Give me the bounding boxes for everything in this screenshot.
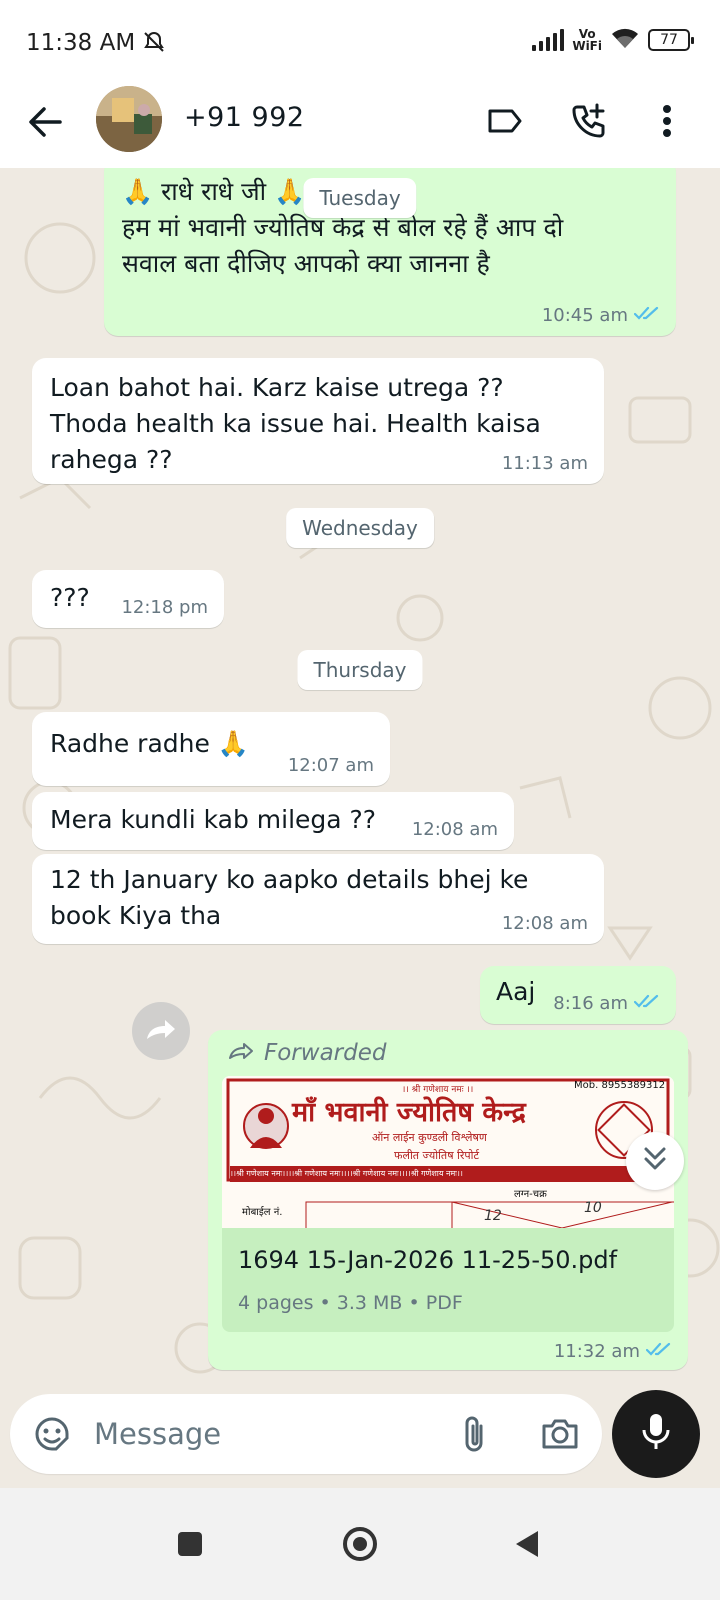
incoming-message[interactable]: ??? 12:18 pm xyxy=(32,570,224,628)
camera-icon[interactable] xyxy=(540,1414,580,1454)
incoming-message[interactable]: 12 th January ko aapko details bhej ke b… xyxy=(32,854,604,944)
document-file-name: 1694 15-Jan-2026 11-25-50.pdf xyxy=(238,1246,618,1274)
message-text: Aaj xyxy=(496,977,536,1006)
double-check-icon xyxy=(633,993,660,1014)
document-info[interactable]: 1694 15-Jan-2026 11-25-50.pdf 4 pages • … xyxy=(222,1228,674,1332)
date-chip: Wednesday xyxy=(286,508,434,548)
label-icon[interactable] xyxy=(480,96,530,146)
arrow-left-icon[interactable] xyxy=(22,98,70,146)
double-check-icon xyxy=(645,1341,672,1362)
message-time: 8:16 am xyxy=(553,993,628,1014)
message-meta: 10:45 am xyxy=(542,305,660,326)
message-time: 11:13 am xyxy=(501,453,588,474)
outgoing-message[interactable]: Aaj 8:16 am xyxy=(480,966,676,1024)
doc-lagna-label: लग्न-चक्र xyxy=(514,1189,547,1200)
double-check-icon xyxy=(633,305,660,326)
alarm-off-icon xyxy=(142,30,166,58)
double-chevron-down-icon xyxy=(642,1145,668,1177)
recents-icon[interactable] xyxy=(170,1524,210,1564)
share-arrow-icon xyxy=(144,1017,178,1045)
incoming-message[interactable]: Loan bahot hai. Karz kaise utrega ?? Tho… xyxy=(32,358,604,484)
add-call-icon[interactable] xyxy=(564,96,614,146)
mic-button[interactable] xyxy=(612,1390,700,1478)
chat-header: +91 992 xyxy=(0,80,720,168)
doc-subtitle: फलीत ज्योतिष रिपोर्ट xyxy=(394,1149,480,1162)
system-nav-bar xyxy=(0,1488,720,1600)
mic-icon xyxy=(641,1412,671,1456)
message-meta: 8:16 am xyxy=(553,993,660,1014)
message-line: सवाल बता दीजिए आपको क्या जानना है xyxy=(122,249,490,278)
sticker-icon[interactable] xyxy=(32,1414,72,1454)
message-input[interactable] xyxy=(94,1414,434,1454)
more-vert-icon[interactable] xyxy=(642,96,692,146)
doc-handwriting: 10 xyxy=(584,1200,602,1216)
forwarded-document-message[interactable]: Forwarded ।। श्री गणेशाय नमः ।। Mob. 895… xyxy=(208,1030,688,1370)
contact-name[interactable]: +91 992 xyxy=(184,102,305,133)
doc-subtitle: ऑन लाईन कुण्डली विश्लेषण xyxy=(372,1131,487,1144)
message-time: 12:08 am xyxy=(411,819,498,840)
incoming-message[interactable]: Radhe radhe 🙏 12:07 am xyxy=(32,712,390,786)
home-icon[interactable] xyxy=(340,1524,380,1564)
message-text: Radhe radhe 🙏 xyxy=(50,729,249,758)
scroll-to-bottom-button[interactable] xyxy=(626,1132,684,1190)
message-time: 12:08 am xyxy=(501,913,588,934)
message-text: ??? xyxy=(50,583,90,612)
forwarded-label: Forwarded xyxy=(228,1040,386,1066)
date-chip: Thursday xyxy=(297,650,423,690)
message-composer xyxy=(10,1394,602,1474)
message-text: Mera kundli kab milega ?? xyxy=(50,805,377,834)
message-time: 12:18 pm xyxy=(121,597,208,618)
paperclip-icon[interactable] xyxy=(454,1414,494,1454)
doc-banner: ।।श्री गणेशाय नमः।।।।श्री गणेशाय नमः।।।।… xyxy=(230,1166,666,1182)
signal-icon xyxy=(532,29,565,51)
forwarded-icon xyxy=(228,1040,254,1066)
status-bar: 11:38 AM Vo WiFi 77 xyxy=(0,0,720,80)
message-time: 11:32 am xyxy=(553,1341,640,1362)
message-time: 12:07 am xyxy=(287,755,374,776)
document-preview[interactable]: ।। श्री गणेशाय नमः ।। Mob. 8955389312 मा… xyxy=(222,1076,674,1228)
forward-button[interactable] xyxy=(132,1002,190,1060)
doc-mobile-number: Mob. 8955389312 xyxy=(574,1080,666,1091)
incoming-message[interactable]: Mera kundli kab milega ?? 12:08 am xyxy=(32,792,514,850)
doc-handwriting: 12 xyxy=(484,1208,502,1224)
document-meta: 4 pages • 3.3 MB • PDF xyxy=(238,1292,463,1314)
message-time: 10:45 am xyxy=(541,305,628,326)
status-time: 11:38 AM xyxy=(26,30,136,56)
message-meta: 11:32 am xyxy=(554,1341,672,1362)
doc-mobile-label: मोबाईल नं. xyxy=(242,1207,283,1218)
chat-area[interactable]: 🙏 राधे राधे जी 🙏 हम मां भवानी ज्योतिष के… xyxy=(0,168,720,1408)
battery-icon: 77 xyxy=(648,29,694,51)
vowifi-icon: Vo WiFi xyxy=(572,27,602,53)
date-chip: Tuesday xyxy=(303,178,417,218)
back-nav-icon[interactable] xyxy=(506,1524,546,1564)
wifi-icon xyxy=(610,26,640,54)
avatar[interactable] xyxy=(96,86,162,152)
doc-title: माँ भवानी ज्योतिष केन्द्र xyxy=(292,1097,526,1128)
